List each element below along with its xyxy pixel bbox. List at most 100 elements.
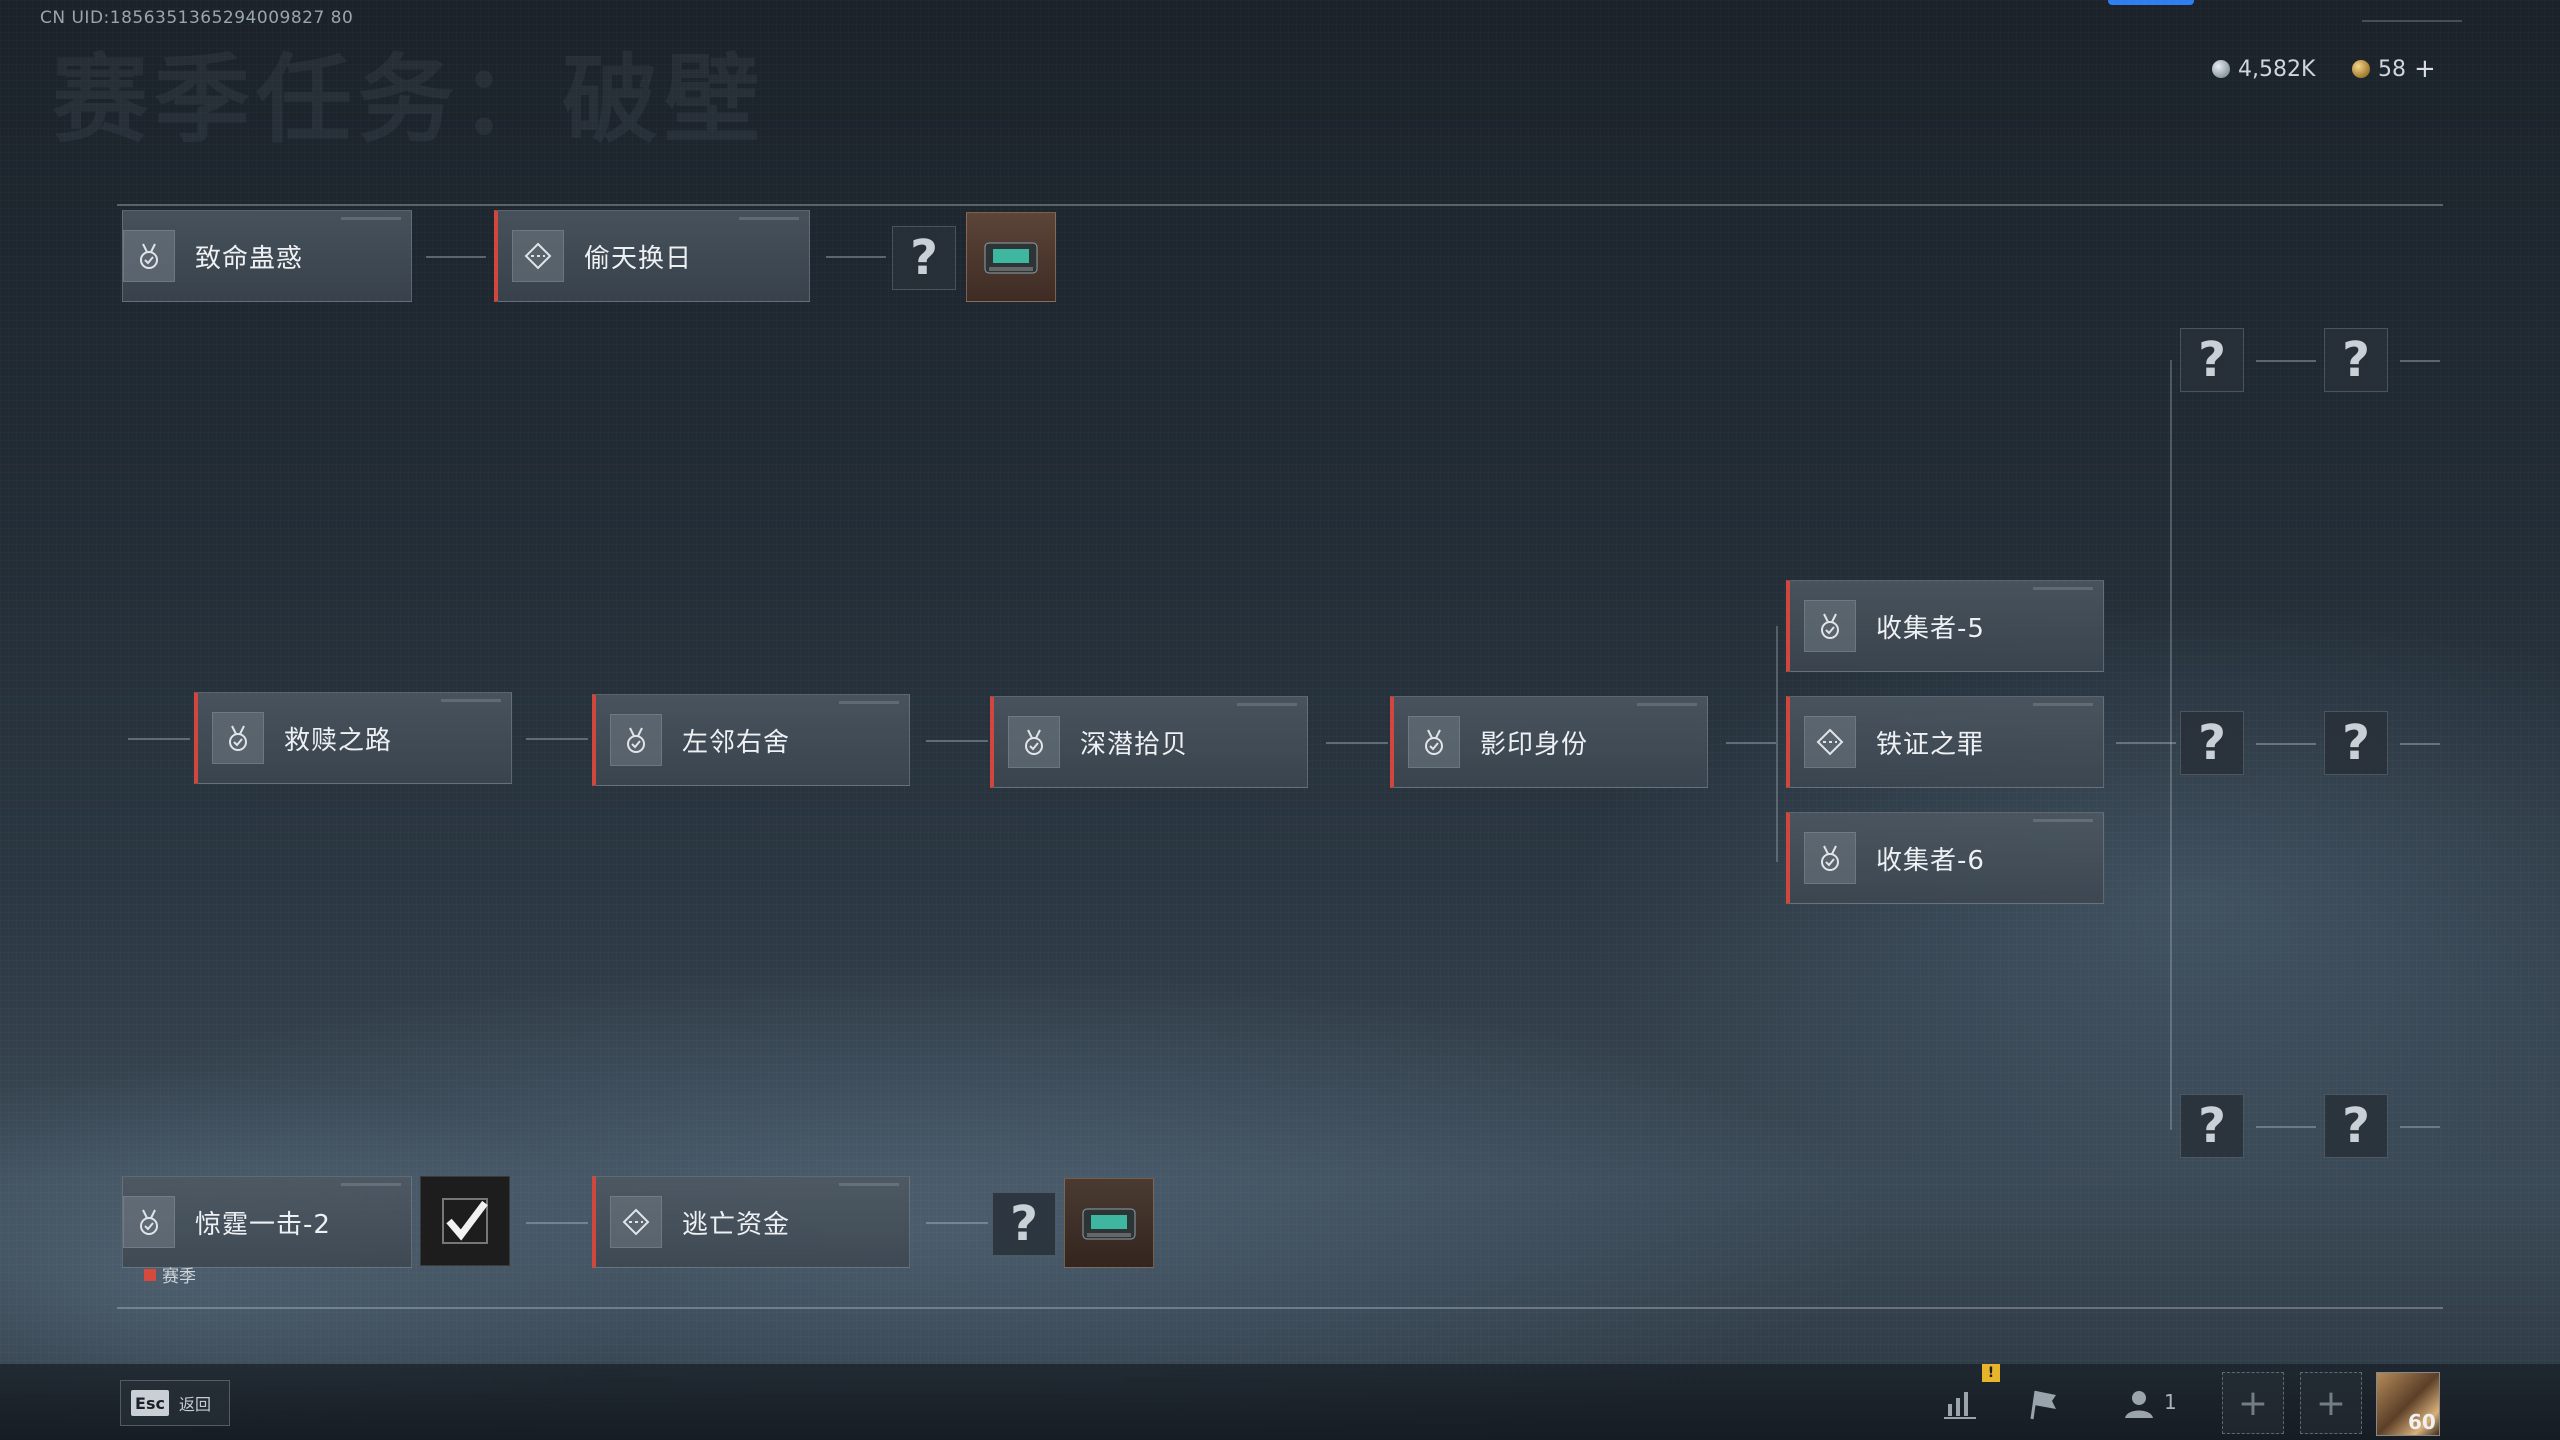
back-button[interactable]: Esc 返回 [120, 1380, 230, 1426]
quest-label: 收集者-5 [1876, 613, 1985, 644]
medal-icon [1408, 716, 1460, 768]
connector [2256, 1126, 2316, 1128]
player-count: 1 [2164, 1390, 2177, 1414]
quest-node-jingting-yiji-2[interactable]: 惊霆一击-2 [122, 1176, 412, 1268]
medal-icon [1008, 716, 1060, 768]
quest-label: 救赎之路 [284, 725, 393, 756]
season-tag-label: 赛季 [162, 1267, 196, 1287]
diamond-route-icon [610, 1196, 662, 1248]
unknown-quest-icon: ? [2324, 328, 2388, 392]
node-decoration [441, 699, 501, 702]
quest-node-toutian-huanri[interactable]: 偷天换日 [494, 210, 810, 302]
checkmark-icon [442, 1198, 488, 1244]
back-label: 返回 [179, 1395, 212, 1414]
quest-label: 惊霆一击-2 [195, 1209, 331, 1240]
medal-icon [123, 230, 175, 282]
currency-gold-value: 58 [2378, 56, 2406, 82]
quest-node-yingyin-shenfen[interactable]: 影印身份 [1390, 696, 1708, 788]
quest-node-shoujizhe-5[interactable]: 收集者-5 [1786, 580, 2104, 672]
connector [2116, 742, 2176, 744]
connector [426, 256, 486, 258]
frame-top-line [117, 204, 2443, 206]
unknown-quest-icon: ? [2324, 711, 2388, 775]
connector [526, 1222, 588, 1224]
medal-icon [212, 712, 264, 764]
connector [1326, 742, 1388, 744]
frame-bottom-line [117, 1307, 2443, 1309]
diamond-route-icon [1804, 716, 1856, 768]
quest-node-zuolin-youshe[interactable]: 左邻右舍 [592, 694, 910, 786]
branch-connector [2170, 360, 2172, 1130]
quest-node-jiushu-zhilu[interactable]: 救赎之路 [194, 692, 512, 784]
season-marker-icon [144, 1268, 156, 1281]
connector [2400, 360, 2440, 362]
medal-icon [123, 1196, 175, 1248]
stats-icon[interactable] [1940, 1384, 1980, 1424]
medal-icon [1804, 600, 1856, 652]
medal-icon [1804, 832, 1856, 884]
top-tab-indicator [2108, 0, 2194, 5]
quest-label: 逃亡资金 [682, 1209, 791, 1240]
node-decoration [2033, 703, 2093, 706]
empty-slot[interactable]: + [2300, 1372, 2362, 1434]
quest-node-tiezheng-zhizui[interactable]: 铁证之罪 [1786, 696, 2104, 788]
node-decoration [739, 217, 799, 220]
season-tag: 赛季 [144, 1262, 196, 1287]
device-icon [1082, 1208, 1136, 1240]
quest-node-zhiming-guhuo[interactable]: 致命蛊惑 [122, 210, 412, 302]
warning-badge: ! [1982, 1364, 2000, 1382]
node-decoration [1237, 703, 1297, 706]
currency-gold[interactable]: 58 + [2352, 54, 2436, 84]
reward-item[interactable] [966, 212, 1056, 302]
team-icon[interactable] [2118, 1384, 2158, 1424]
quest-label: 收集者-6 [1876, 845, 1985, 876]
quest-node-shoujizhe-6[interactable]: 收集者-6 [1786, 812, 2104, 904]
empty-slot[interactable]: + [2222, 1372, 2284, 1434]
unknown-reward-icon: ? [992, 1192, 1056, 1256]
gold-coin-icon [2352, 60, 2370, 78]
unknown-reward-icon: ? [892, 226, 956, 290]
flag-icon[interactable] [2024, 1384, 2064, 1424]
node-decoration [341, 1183, 401, 1186]
quest-label: 影印身份 [1480, 729, 1589, 760]
node-decoration [2033, 587, 2093, 590]
add-currency-icon[interactable]: + [2414, 54, 2436, 84]
quest-label: 铁证之罪 [1876, 729, 1985, 760]
connector [2256, 360, 2316, 362]
connector [128, 738, 190, 740]
reward-item[interactable] [1064, 1178, 1154, 1268]
device-icon [984, 242, 1038, 274]
quest-label: 左邻右舍 [682, 727, 791, 758]
completed-check [420, 1176, 510, 1266]
node-decoration [839, 1183, 899, 1186]
connector [2256, 743, 2316, 745]
currency-silver-value: 4,582K [2238, 56, 2316, 82]
node-decoration [341, 217, 401, 220]
connector [926, 1222, 988, 1224]
esc-key: Esc [131, 1390, 169, 1416]
connector [1726, 742, 1776, 744]
connector [826, 256, 886, 258]
quest-label: 偷天换日 [584, 243, 693, 274]
quest-node-taowang-zijin[interactable]: 逃亡资金 [592, 1176, 910, 1268]
quest-label: 致命蛊惑 [195, 243, 304, 274]
currency-silver: 4,582K [2212, 54, 2315, 84]
top-divider [2362, 20, 2462, 22]
player-level: 60 [2408, 1410, 2436, 1434]
connector [2400, 743, 2440, 745]
unknown-quest-icon: ? [2180, 711, 2244, 775]
connector [526, 738, 588, 740]
silver-coin-icon [2212, 60, 2230, 78]
unknown-quest-icon: ? [2324, 1094, 2388, 1158]
quest-node-shenqian-shibei[interactable]: 深潜拾贝 [990, 696, 1308, 788]
node-decoration [839, 701, 899, 704]
diamond-route-icon [512, 230, 564, 282]
unknown-quest-icon: ? [2180, 1094, 2244, 1158]
page-title: 赛季任务：破壁 [52, 44, 766, 156]
medal-icon [610, 714, 662, 766]
node-decoration [1637, 703, 1697, 706]
unknown-quest-icon: ? [2180, 328, 2244, 392]
node-decoration [2033, 819, 2093, 822]
quest-label: 深潜拾贝 [1080, 729, 1189, 760]
connector [926, 740, 988, 742]
